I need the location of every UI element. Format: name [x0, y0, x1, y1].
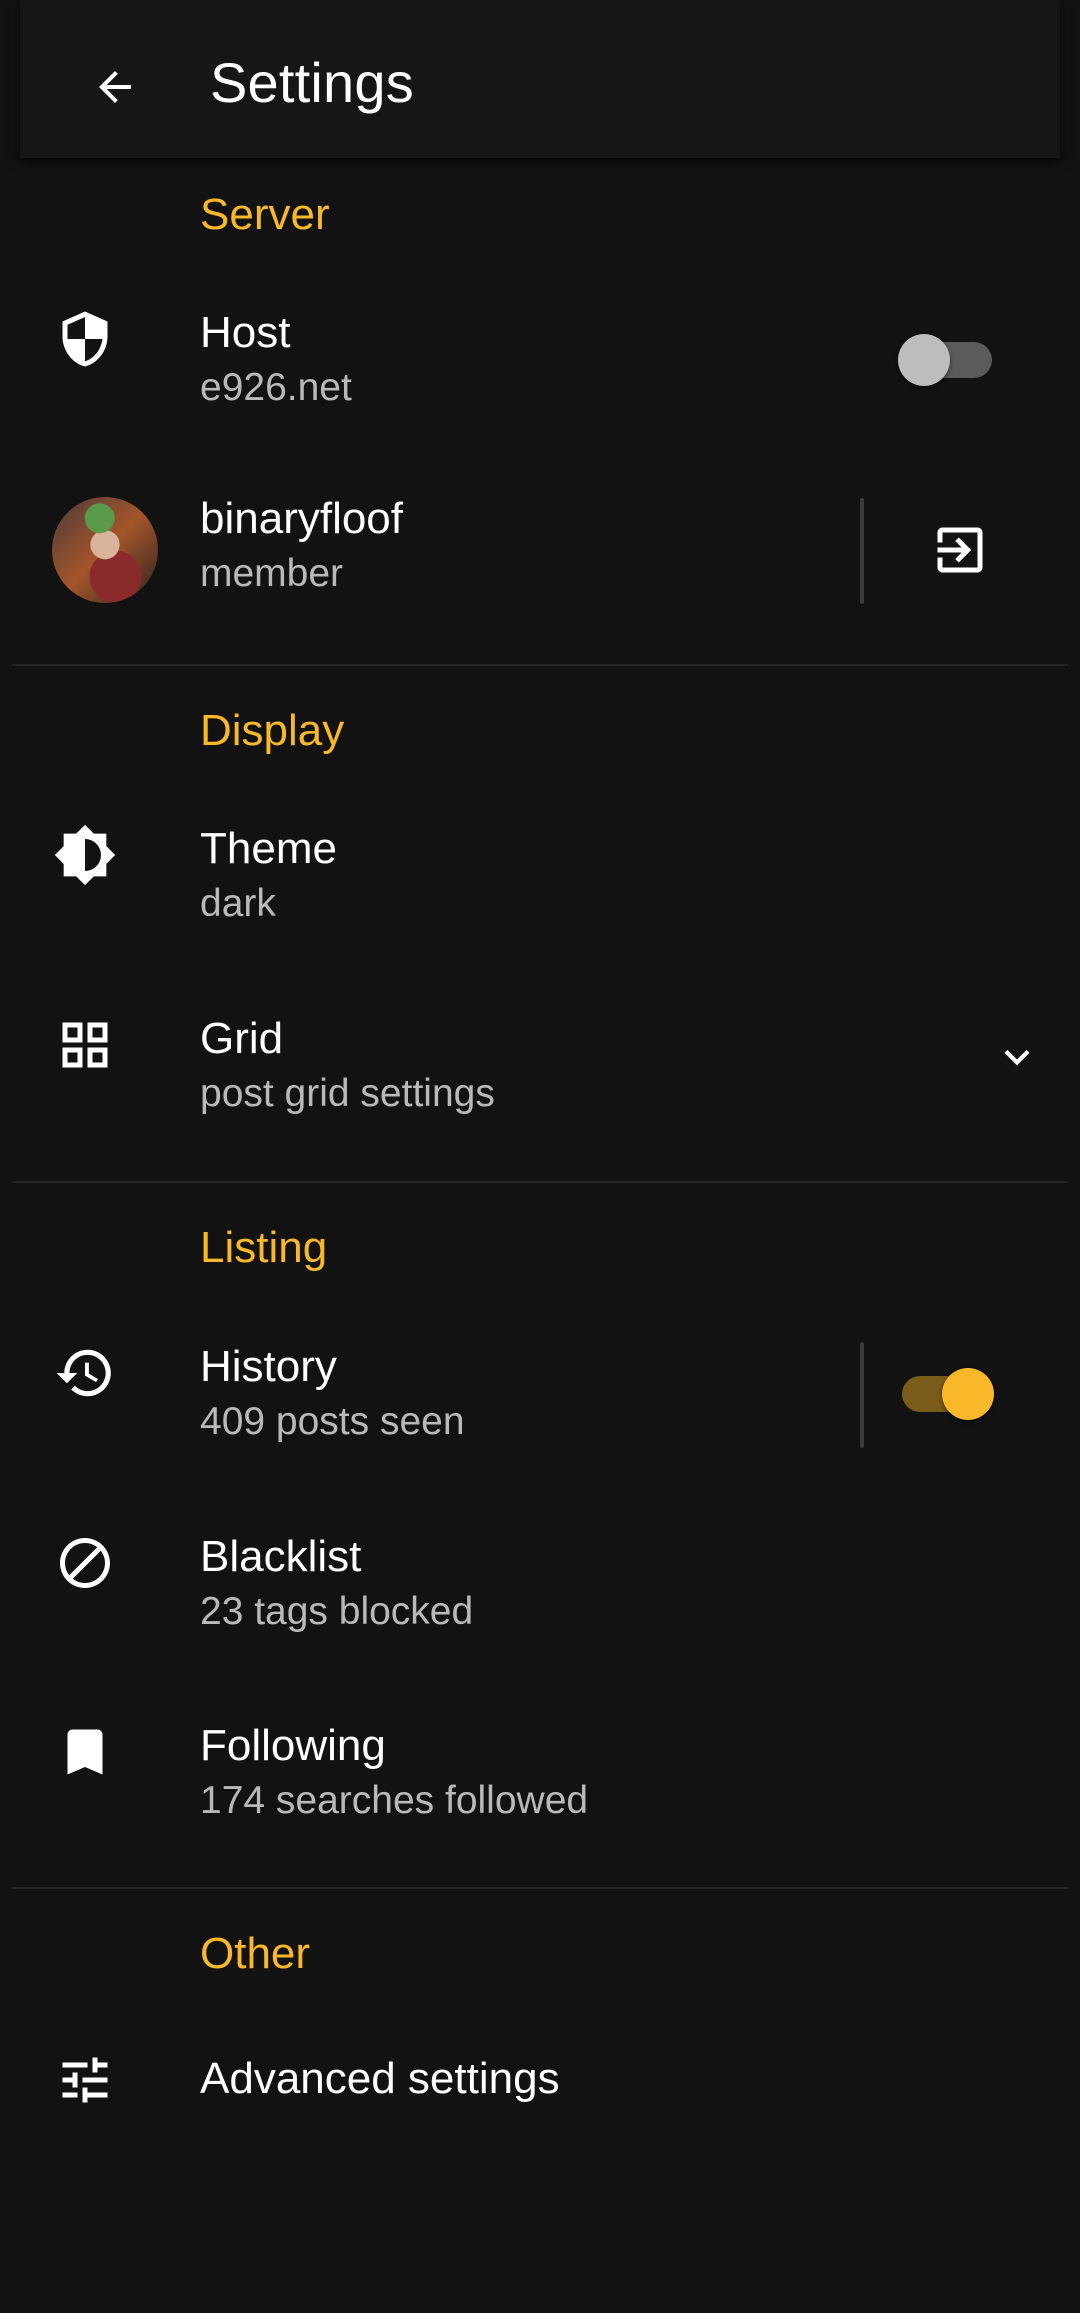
vertical-separator: [860, 498, 864, 604]
grid-title: Grid: [200, 1014, 284, 1063]
history-toggle[interactable]: [898, 1366, 994, 1422]
block-icon: [50, 1528, 120, 1598]
following-title: Following: [200, 1721, 386, 1770]
history-row[interactable]: History 409 posts seen: [0, 1318, 1080, 1488]
blacklist-row[interactable]: Blacklist 23 tags blocked: [0, 1508, 1080, 1678]
host-title: Host: [200, 308, 291, 357]
logout-icon: [937, 527, 983, 573]
account-name: binaryfloof: [200, 494, 404, 543]
account-row[interactable]: binaryfloof member: [0, 470, 1080, 640]
section-divider: [12, 1887, 1068, 1889]
host-row[interactable]: Host e926.net: [0, 280, 1080, 450]
advanced-settings-title: Advanced settings: [200, 2054, 560, 2103]
expand-button[interactable]: [982, 1022, 1052, 1092]
section-header-server: Server: [200, 190, 330, 239]
history-toggle-thumb: [942, 1368, 994, 1420]
back-button[interactable]: [80, 52, 150, 122]
following-row[interactable]: Following 174 searches followed: [0, 1697, 1080, 1867]
avatar: [52, 497, 158, 603]
host-toggle-thumb: [898, 334, 950, 386]
blacklist-subtitle: 23 tags blocked: [200, 1590, 474, 1633]
section-header-listing: Listing: [200, 1223, 328, 1272]
tune-icon: [50, 2045, 120, 2115]
app-bar: Settings: [20, 0, 1060, 158]
host-subtitle: e926.net: [200, 366, 352, 409]
page-title: Settings: [210, 51, 414, 114]
history-icon: [50, 1338, 120, 1408]
blacklist-title: Blacklist: [200, 1532, 362, 1581]
following-subtitle: 174 searches followed: [200, 1779, 589, 1822]
logout-button[interactable]: [925, 515, 995, 585]
chevron-down-icon: [1004, 1049, 1030, 1066]
advanced-settings-row[interactable]: Advanced settings: [0, 2030, 1080, 2130]
grid-icon: [50, 1010, 120, 1080]
shield-icon: [50, 304, 120, 374]
theme-subtitle: dark: [200, 882, 276, 925]
history-title: History: [200, 1342, 337, 1391]
section-divider: [12, 664, 1068, 666]
bookmark-icon: [50, 1717, 120, 1787]
section-header-other: Other: [200, 1929, 311, 1978]
grid-subtitle: post grid settings: [200, 1072, 495, 1115]
theme-row[interactable]: Theme dark: [0, 800, 1080, 970]
grid-row[interactable]: Grid post grid settings: [0, 990, 1080, 1160]
arrow-left-icon: [99, 71, 131, 103]
history-subtitle: 409 posts seen: [200, 1400, 465, 1443]
account-role: member: [200, 552, 344, 595]
host-toggle[interactable]: [898, 332, 994, 388]
section-divider: [12, 1181, 1068, 1183]
section-header-display: Display: [200, 706, 345, 755]
brightness-icon: [50, 820, 120, 890]
theme-title: Theme: [200, 824, 337, 873]
vertical-separator: [860, 1342, 864, 1448]
